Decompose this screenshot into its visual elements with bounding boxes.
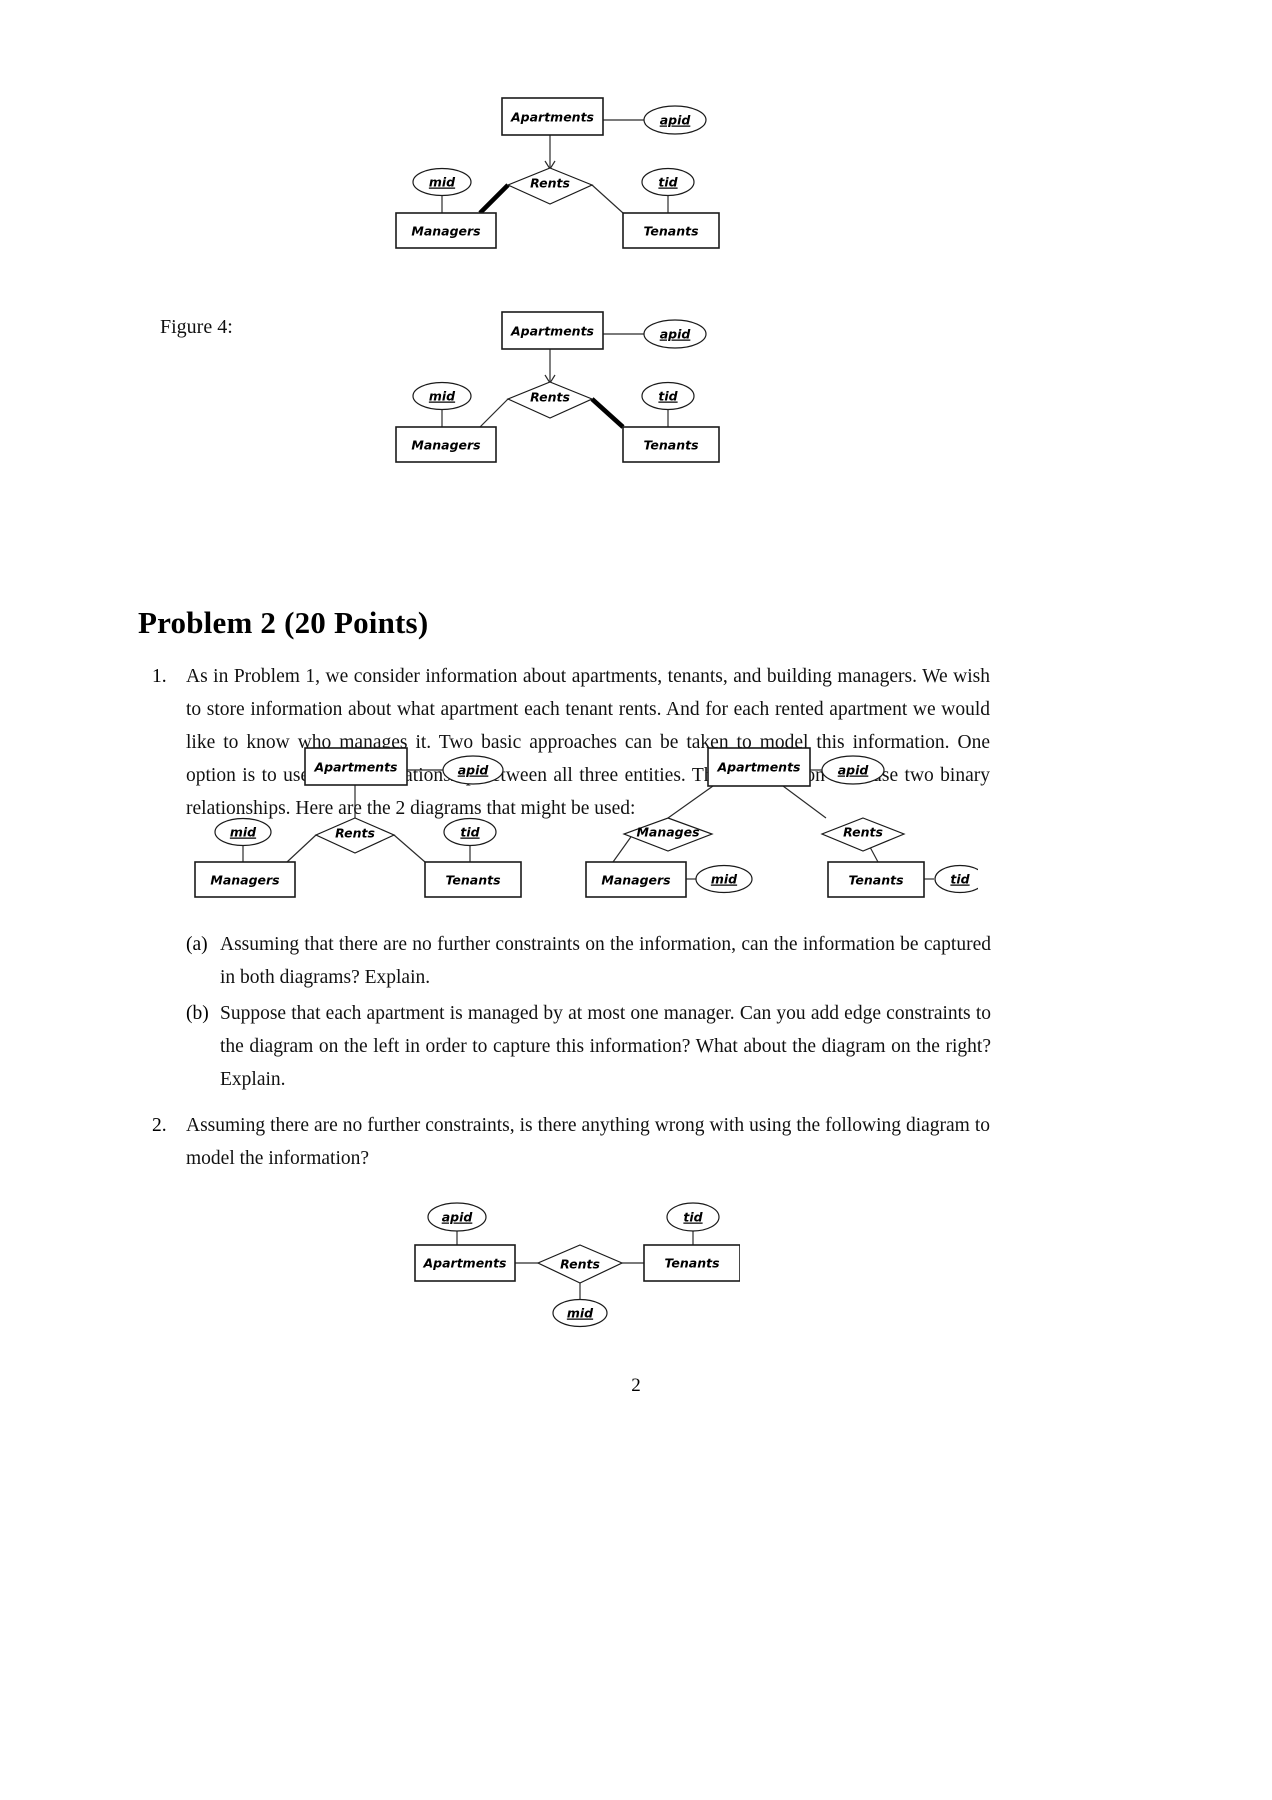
attribute-mid-label: mid (429, 175, 456, 190)
entity-tenants-label: Tenants (664, 1256, 719, 1271)
entity-apartments-label: Apartments (313, 760, 397, 775)
relationship-rents-label: Rents (530, 176, 570, 191)
relationship-rents-label: Rents (843, 825, 883, 840)
entity-managers-label: Managers (411, 438, 480, 453)
attribute-mid-label: mid (711, 872, 738, 887)
attribute-mid-label: mid (567, 1306, 594, 1321)
entity-tenants-label: Tenants (643, 438, 698, 453)
relationship-manages-label: Manages (636, 825, 699, 840)
attribute-tid-label: tid (658, 389, 678, 404)
attribute-tid-label: tid (658, 175, 678, 190)
attribute-mid-label: mid (230, 825, 257, 840)
edge-rents-tenants (393, 834, 426, 863)
er-diagram-pair-right: Apartments apid Manages Rents Managers m… (578, 738, 978, 903)
attribute-apid-label: apid (660, 327, 692, 342)
edge-rents-tenants-bold (590, 397, 625, 429)
attribute-apid-label: apid (442, 1210, 474, 1225)
list-marker: 1. (152, 666, 167, 687)
attribute-tid-label: tid (460, 825, 480, 840)
list-item: (b) Suppose that each apartment is manag… (186, 997, 991, 1096)
attribute-tid-label: tid (683, 1210, 703, 1225)
attribute-apid-label: apid (458, 763, 490, 778)
edge-apartments-manages (667, 785, 714, 819)
relationship-rents-label: Rents (335, 826, 375, 841)
relationship-rents-label: Rents (560, 1257, 600, 1272)
attribute-mid-label: mid (429, 389, 456, 404)
attribute-apid-label: apid (660, 113, 692, 128)
list-marker: (a) (186, 934, 208, 955)
edge-rents-managers (286, 834, 317, 863)
list-marker: (b) (186, 1003, 209, 1024)
page-title: Problem 2 (20 Points) (138, 605, 429, 640)
er-diagram-figure4: Apartments apid Rents mid tid Managers T… (380, 302, 740, 472)
entity-tenants-label: Tenants (643, 224, 698, 239)
edge-manages-managers (612, 833, 634, 863)
entity-managers-label: Managers (411, 224, 480, 239)
edge-rents-tenants (591, 184, 624, 214)
entity-apartments-label: Apartments (422, 1256, 506, 1271)
entity-apartments-label: Apartments (716, 760, 800, 775)
figure-caption: Figure 4: (160, 316, 233, 338)
list-item: (a) Assuming that there are no further c… (186, 928, 991, 994)
list-item-text: Suppose that each apartment is managed b… (220, 1003, 991, 1090)
attribute-tid-label: tid (950, 872, 970, 887)
entity-apartments-label: Apartments (510, 110, 594, 125)
er-diagram-pair-left: Apartments apid Rents mid tid Managers T… (185, 738, 535, 903)
list-item-text: Assuming there are no further constraint… (186, 1115, 990, 1169)
edge-apartments-rents (782, 785, 827, 819)
entity-managers-label: Managers (601, 873, 670, 888)
entity-tenants-label: Tenants (445, 873, 500, 888)
edge-rents-managers-bold (478, 183, 510, 215)
list-marker: 2. (152, 1115, 167, 1136)
er-diagram-bottom: apid tid Apartments Rents Tenants mid (410, 1195, 740, 1345)
list-item-text: Assuming that there are no further const… (220, 934, 991, 988)
page-number: 2 (631, 1375, 641, 1396)
relationship-rents-label: Rents (530, 390, 570, 405)
document-page: Apartments apid Rents mid tid Managers T… (0, 0, 1272, 1800)
list-item: 2. Assuming there are no further constra… (152, 1109, 990, 1175)
er-diagram-top: Apartments apid Rents mid tid Managers T… (380, 88, 740, 258)
entity-tenants-label: Tenants (848, 873, 903, 888)
entity-apartments-label: Apartments (510, 324, 594, 339)
edge-rents-managers (479, 398, 509, 428)
entity-managers-label: Managers (210, 873, 279, 888)
attribute-apid-label: apid (838, 763, 870, 778)
